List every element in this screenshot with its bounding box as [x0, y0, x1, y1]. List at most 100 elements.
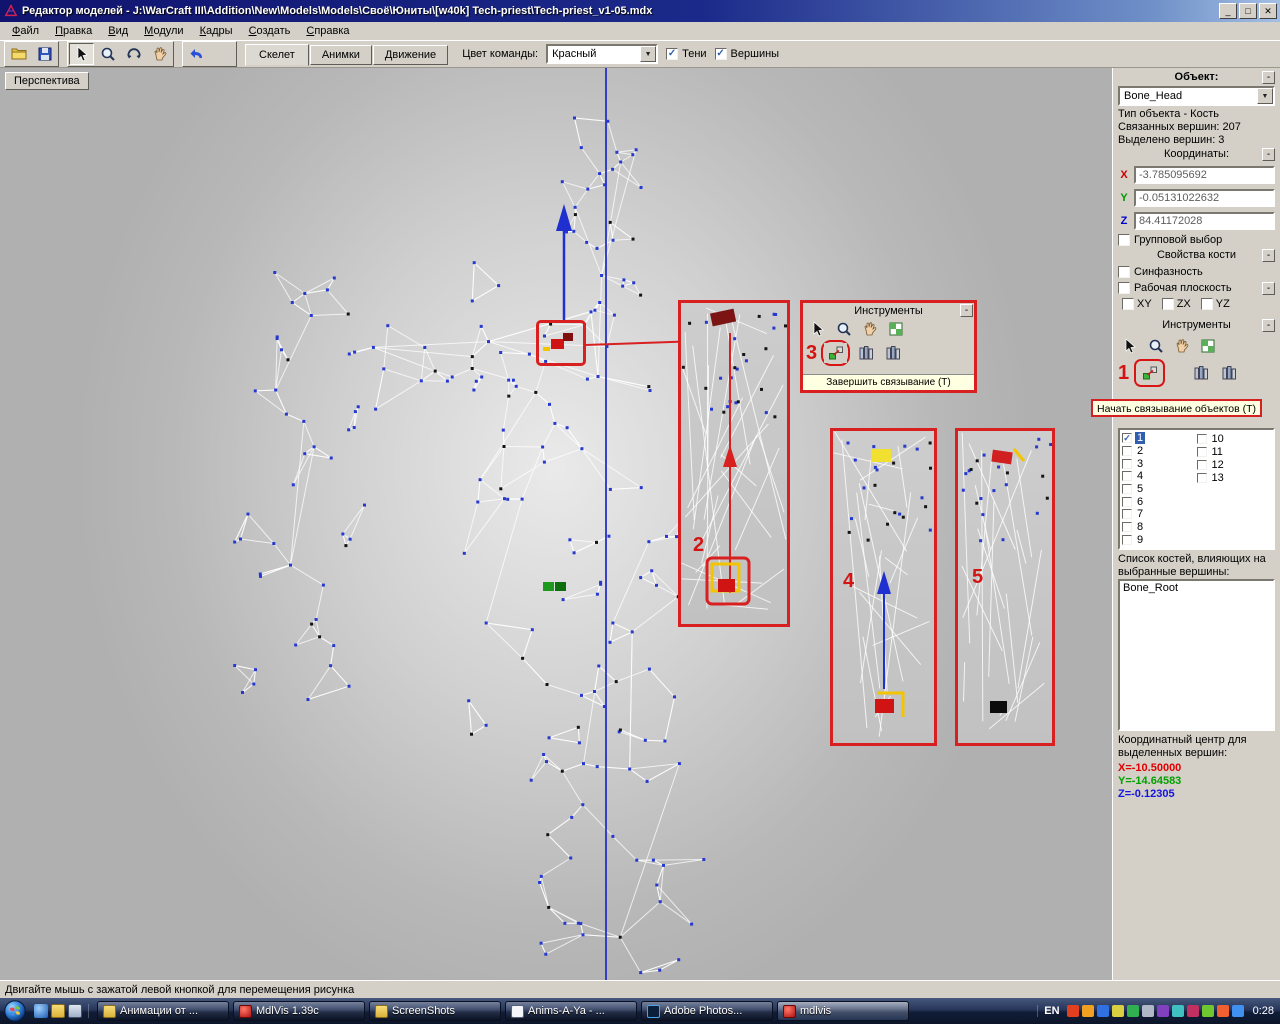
open-button[interactable] — [6, 43, 31, 65]
zoom-tool-button[interactable] — [95, 43, 120, 65]
taskbar-button-anims-notes[interactable]: Anims-A-Ya - ... — [505, 1001, 637, 1021]
surface-checkbox-2[interactable]: 2 — [1122, 445, 1197, 458]
tray-icon[interactable] — [1141, 1005, 1154, 1017]
checkbox-icon — [666, 48, 679, 60]
panel-cursor-tool[interactable] — [1118, 336, 1141, 356]
checkbox-icon — [1161, 298, 1174, 310]
menu-view[interactable]: Вид — [100, 23, 136, 39]
language-indicator[interactable]: EN — [1044, 1005, 1059, 1017]
vertices-checkbox[interactable]: Вершины — [714, 48, 779, 60]
surface-checkbox-4[interactable]: 4 — [1122, 470, 1197, 483]
pan-tool-button[interactable] — [147, 43, 172, 65]
tray-icon[interactable] — [1126, 1005, 1139, 1017]
taskbar-button-mdlvis-139c[interactable]: MdlVis 1.39c — [233, 1001, 365, 1021]
redo-button[interactable] — [210, 43, 235, 65]
taskbar-button-photoshop[interactable]: Adobe Photos... — [641, 1001, 773, 1021]
panel-zoom-tool[interactable] — [1144, 336, 1167, 356]
object-select[interactable]: Bone_Head — [1118, 86, 1275, 106]
chevron-down-icon[interactable] — [640, 46, 657, 62]
z-coordinate-field[interactable]: 84.41172028 — [1134, 211, 1275, 230]
bones-listbox[interactable]: Bone_Root — [1118, 579, 1275, 731]
quick-launch-icon[interactable] — [34, 1004, 48, 1018]
synphase-checkbox[interactable]: Синфазность — [1118, 264, 1275, 280]
plane-yz-checkbox[interactable]: YZ — [1200, 298, 1230, 310]
tray-icon[interactable] — [1216, 1005, 1229, 1017]
object-header-label: Объект: — [1174, 71, 1219, 83]
tray-icon[interactable] — [1231, 1005, 1244, 1017]
surface-checkbox-11[interactable]: 11 — [1196, 445, 1272, 458]
save-button[interactable] — [32, 43, 57, 65]
surface-checkbox-12[interactable]: 12 — [1196, 458, 1272, 471]
y-coordinate-field[interactable]: -0.05131022632 — [1134, 188, 1275, 207]
menu-modules[interactable]: Модули — [136, 23, 191, 39]
grid-icon — [888, 321, 904, 337]
start-button[interactable] — [4, 1000, 26, 1022]
rotate-tool-button[interactable] — [121, 43, 146, 65]
surface-checkbox-6[interactable]: 6 — [1122, 495, 1197, 508]
collapse-button[interactable]: - — [1262, 249, 1275, 262]
bone-props-header: Свойства кости - — [1118, 248, 1275, 264]
work-plane-checkbox[interactable]: Рабочая плоскость - — [1118, 280, 1275, 296]
plane-options: XY ZX YZ — [1118, 296, 1275, 312]
team-color-select[interactable]: Красный — [546, 44, 659, 64]
menu-create[interactable]: Создать — [241, 23, 299, 39]
panel-grid-tool[interactable] — [1196, 336, 1219, 356]
menu-file[interactable]: Файл — [4, 23, 47, 39]
surface-checkbox-5[interactable]: 5 — [1122, 483, 1197, 496]
collapse-button[interactable]: - — [1262, 148, 1275, 161]
tray-icon[interactable] — [1201, 1005, 1214, 1017]
taskbar-button-animations[interactable]: Анимации от ... — [97, 1001, 229, 1021]
group-select-checkbox[interactable]: Групповой выбор — [1118, 232, 1275, 248]
collapse-button[interactable]: - — [1262, 281, 1275, 295]
taskbar-button-mdlvis-active[interactable]: mdlvis — [777, 1001, 909, 1021]
plane-zx-label: ZX — [1176, 298, 1191, 310]
minimize-button[interactable]: _ — [1219, 3, 1237, 19]
menu-edit[interactable]: Правка — [47, 23, 100, 39]
tray-icon[interactable] — [1156, 1005, 1169, 1017]
taskbar-button-screenshots[interactable]: ScreenShots — [369, 1001, 501, 1021]
inset-tools-header: Инструменты - — [803, 303, 974, 318]
tray-icon[interactable] — [1171, 1005, 1184, 1017]
tray-icon[interactable] — [1186, 1005, 1199, 1017]
tab-skeleton[interactable]: Скелет — [245, 44, 309, 66]
tray-icon[interactable] — [1081, 1005, 1094, 1017]
surface-checkbox-9[interactable]: 9 — [1122, 533, 1197, 546]
panel-pan-tool[interactable] — [1170, 336, 1193, 356]
bones-list-label: Список костей, влияющих на выбранные вер… — [1118, 553, 1266, 578]
surface-checkbox-7[interactable]: 7 — [1122, 508, 1197, 521]
plane-xy-checkbox[interactable]: XY — [1122, 298, 1152, 310]
tray-icon[interactable] — [1096, 1005, 1109, 1017]
maximize-button[interactable]: □ — [1239, 3, 1257, 19]
hand-icon — [1174, 338, 1190, 354]
panel-struct-tool-2[interactable] — [1217, 363, 1241, 383]
close-button[interactable]: ✕ — [1259, 3, 1277, 19]
bone-list-item[interactable]: Bone_Root — [1123, 582, 1270, 594]
start-linking-tool[interactable] — [1138, 363, 1162, 383]
surface-checkbox-13[interactable]: 13 — [1196, 471, 1272, 484]
menu-help[interactable]: Справка — [298, 23, 357, 39]
undo-button[interactable] — [184, 43, 209, 65]
clock[interactable]: 0:28 — [1253, 1005, 1274, 1017]
shadows-checkbox[interactable]: Тени — [666, 48, 707, 60]
tab-anims[interactable]: Анимки — [309, 45, 372, 65]
collapse-button[interactable]: - — [1262, 319, 1275, 332]
surface-checkbox-10[interactable]: 10 — [1196, 432, 1272, 445]
tray-icon[interactable] — [1111, 1005, 1124, 1017]
viewport[interactable]: Перспектива 2 Инструменты - 3 Завершить … — [0, 68, 1112, 980]
quick-launch-folder-icon[interactable] — [51, 1004, 65, 1018]
file-tool-group — [4, 41, 59, 67]
show-desktop-icon[interactable] — [68, 1004, 82, 1018]
menu-frames[interactable]: Кадры — [192, 23, 241, 39]
open-folder-icon — [11, 46, 27, 62]
plane-zx-checkbox[interactable]: ZX — [1161, 298, 1191, 310]
surface-checkbox-1[interactable]: 1 — [1122, 432, 1197, 445]
select-tool-button[interactable] — [69, 43, 94, 65]
chevron-down-icon[interactable] — [1257, 88, 1273, 104]
tray-icon[interactable] — [1066, 1005, 1079, 1017]
surface-checkbox-8[interactable]: 8 — [1122, 521, 1197, 534]
surface-checkbox-3[interactable]: 3 — [1122, 457, 1197, 470]
panel-struct-tool[interactable] — [1189, 363, 1213, 383]
collapse-button[interactable]: - — [1262, 71, 1275, 84]
tab-movement[interactable]: Движение — [372, 45, 449, 65]
x-coordinate-field[interactable]: -3.785095692 — [1134, 165, 1275, 184]
